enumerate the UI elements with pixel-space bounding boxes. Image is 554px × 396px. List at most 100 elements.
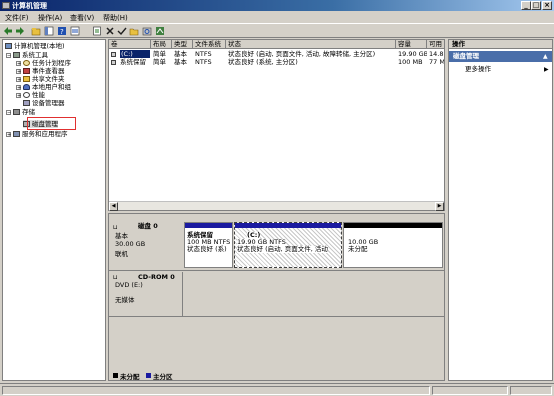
expand-icon[interactable]: + — [16, 93, 21, 99]
app-icon — [2, 2, 10, 9]
refresh-icon[interactable] — [92, 26, 102, 36]
column-header-free[interactable]: 可用 — [427, 40, 444, 49]
column-header-volume[interactable]: 卷 — [109, 40, 151, 49]
legend: 未分配 主分区 — [113, 371, 233, 380]
close-button[interactable]: × — [542, 1, 552, 10]
tree-item-task-scheduler[interactable]: 任务计划程序 — [23, 59, 71, 67]
tree-item-performance[interactable]: 性能 — [23, 91, 45, 99]
primary-partition-bar — [235, 223, 341, 228]
legend-unallocated-swatch — [113, 373, 118, 378]
menu-action[interactable]: 操作(A) — [38, 13, 62, 23]
volume-name: 系统保留 — [120, 58, 146, 66]
search-disk-icon[interactable] — [142, 26, 152, 36]
shared-folder-icon — [23, 76, 30, 82]
collapse-up-icon[interactable]: ▲ — [543, 52, 548, 61]
toolbar: ? — [0, 23, 554, 38]
column-header-filesystem[interactable]: 文件系统 — [193, 40, 226, 49]
services-icon — [13, 131, 20, 137]
volume-layout: 简单 — [153, 50, 166, 58]
tree-item-device-manager[interactable]: 设备管理器 — [23, 99, 65, 107]
collapse-icon[interactable]: − — [6, 53, 11, 59]
chevron-right-icon: ▶ — [544, 66, 549, 73]
forward-icon[interactable] — [15, 26, 25, 36]
divider — [109, 316, 444, 317]
column-header-type[interactable]: 类型 — [172, 40, 193, 49]
volume-layout: 简单 — [153, 58, 166, 66]
scroll-left-icon[interactable]: ◀ — [109, 202, 118, 211]
open-folder-icon[interactable] — [129, 26, 139, 36]
volume-filesystem: NTFS — [195, 58, 212, 66]
disk0-size: 30.00 GB — [115, 240, 146, 248]
event-viewer-icon — [23, 68, 30, 74]
actions-pane: 操作 磁盘管理 ▲ 更多操作 ▶ — [448, 39, 553, 381]
back-icon[interactable] — [3, 26, 13, 36]
tree-item-root[interactable]: 计算机管理(本地) — [5, 42, 65, 50]
expand-icon[interactable]: + — [6, 132, 11, 138]
divider — [182, 272, 183, 316]
partition-c[interactable]: (C:) 19.90 GB NTFS 状态良好 (启动, 页面文件, 活动 — [234, 222, 342, 268]
volume-free: 14.8 — [429, 50, 444, 58]
tree-item-storage[interactable]: 存储 — [13, 108, 35, 116]
volume-free: 77 M — [429, 58, 445, 66]
partition-system-reserved[interactable]: 系统保留 100 MB NTFS 状态良好 (系) — [184, 222, 233, 268]
primary-partition-bar — [185, 223, 232, 228]
tree-item-event-viewer[interactable]: 事件查看器 — [23, 67, 65, 75]
help-icon[interactable]: ? — [57, 26, 67, 36]
menu-bar: 文件(F) 操作(A) 查看(V) 帮助(H) — [0, 11, 554, 23]
expand-icon[interactable]: + — [16, 61, 21, 67]
console-tree: 计算机管理(本地) − 系统工具 + 任务计划程序 + 事件查看器 + 共享文件… — [2, 39, 106, 381]
tree-item-shared-folders[interactable]: 共享文件夹 — [23, 75, 65, 83]
partition-unallocated[interactable]: 10.00 GB 未分配 — [343, 222, 443, 268]
disk-icon: ⊔ — [113, 224, 118, 231]
cdrom0-status: 无媒体 — [115, 296, 135, 304]
properties-icon[interactable] — [70, 26, 80, 36]
collapse-icon[interactable]: − — [6, 110, 11, 116]
expand-icon[interactable]: + — [16, 69, 21, 75]
volume-status: 状态良好 (启动, 页面文件, 活动, 故障转储, 主分区) — [228, 50, 376, 58]
minimize-button[interactable]: _ — [521, 1, 531, 10]
status-pane — [432, 386, 508, 395]
legend-primary: 主分区 — [153, 373, 173, 381]
title-bar: 计算机管理 _ □ × — [0, 0, 554, 11]
settings-icon[interactable] — [155, 26, 165, 36]
column-header-layout[interactable]: 布局 — [151, 40, 172, 49]
maximize-button[interactable]: □ — [531, 1, 541, 10]
tree-item-local-users[interactable]: 本地用户和组 — [23, 83, 71, 91]
more-actions-item[interactable]: 更多操作 ▶ — [449, 65, 552, 74]
performance-icon — [23, 92, 30, 98]
computer-icon — [5, 43, 12, 49]
cdrom0-name: CD-ROM 0 — [138, 273, 175, 281]
disk0-type: 基本 — [115, 232, 128, 240]
users-icon — [23, 84, 30, 90]
disk0-name: 磁盘 0 — [138, 222, 158, 230]
column-header-capacity[interactable]: 容量 — [396, 40, 427, 49]
menu-view[interactable]: 查看(V) — [70, 13, 94, 23]
expand-icon[interactable]: + — [16, 85, 21, 91]
window-title: 计算机管理 — [12, 2, 47, 10]
volume-filesystem: NTFS — [195, 50, 212, 58]
actions-header: 操作 — [449, 40, 552, 49]
volume-type: 基本 — [174, 50, 187, 58]
horizontal-scrollbar[interactable]: ◀ ▶ — [109, 201, 444, 211]
check-icon[interactable] — [117, 26, 127, 36]
legend-primary-swatch — [146, 373, 151, 378]
unallocated-bar — [344, 223, 442, 228]
cdrom0-info[interactable]: ⊔ CD-ROM 0 DVD (E:) 无媒体 — [111, 272, 182, 316]
column-header-status[interactable]: 状态 — [226, 40, 396, 49]
delete-icon[interactable] — [105, 26, 115, 36]
tree-item-services-apps[interactable]: 服务和应用程序 — [13, 130, 68, 138]
actions-section-disk-management[interactable]: 磁盘管理 ▲ — [449, 51, 552, 62]
folder-up-icon[interactable] — [31, 26, 41, 36]
scroll-right-icon[interactable]: ▶ — [435, 202, 444, 211]
volume-list: 卷 布局 类型 文件系统 状态 容量 可用 (C:) 简单 基本 NTFS 状态… — [108, 39, 445, 211]
disk0-info[interactable]: ⊔ 磁盘 0 基本 30.00 GB 联机 — [111, 221, 182, 269]
volume-type: 基本 — [174, 58, 187, 66]
tree-item-system-tools[interactable]: 系统工具 — [13, 51, 48, 59]
menu-help[interactable]: 帮助(H) — [103, 13, 128, 23]
console-tree-icon[interactable] — [44, 26, 54, 36]
cdrom0-type: DVD (E:) — [115, 281, 143, 289]
volume-capacity: 19.90 GB — [398, 50, 427, 58]
volume-name: (C:) — [120, 50, 150, 58]
menu-file[interactable]: 文件(F) — [5, 13, 29, 23]
expand-icon[interactable]: + — [16, 77, 21, 83]
